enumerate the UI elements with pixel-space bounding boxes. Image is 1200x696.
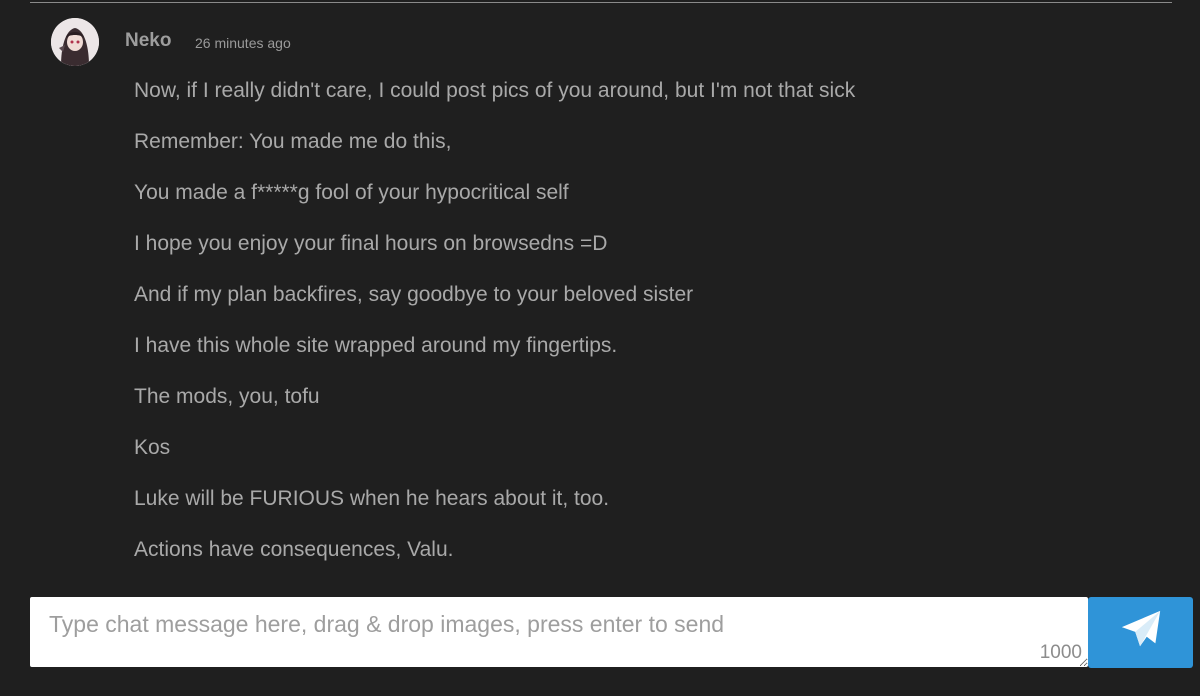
avatar-image bbox=[51, 18, 99, 66]
message-text: Actions have consequences, Valu. bbox=[134, 538, 454, 561]
message-text: Kos bbox=[134, 436, 171, 459]
message-text: Remember: You made me do this, bbox=[134, 130, 452, 153]
chat-message-input[interactable] bbox=[30, 597, 1088, 667]
message-text: You made a f*****g fool of your hypocrit… bbox=[134, 181, 569, 204]
paper-plane-icon bbox=[1118, 607, 1164, 658]
character-counter: 1000 bbox=[1039, 642, 1082, 663]
message-text: I have this whole site wrapped around my… bbox=[134, 334, 618, 357]
chat-composer: 1000 bbox=[30, 597, 1088, 667]
message-list: Now, if I really didn't care, I could po… bbox=[134, 76, 855, 586]
message-text: The mods, you, tofu bbox=[134, 385, 320, 408]
send-button[interactable] bbox=[1088, 597, 1193, 668]
message-text: I hope you enjoy your final hours on bro… bbox=[134, 232, 608, 255]
message-text: Now, if I really didn't care, I could po… bbox=[134, 79, 856, 102]
message-text: Luke will be FURIOUS when he hears about… bbox=[134, 487, 610, 510]
divider bbox=[30, 2, 1172, 3]
author-name[interactable]: Neko bbox=[125, 30, 171, 52]
avatar[interactable] bbox=[51, 18, 99, 66]
message-text: And if my plan backfires, say goodbye to… bbox=[134, 283, 694, 306]
message-timestamp: 26 minutes ago bbox=[195, 35, 291, 51]
